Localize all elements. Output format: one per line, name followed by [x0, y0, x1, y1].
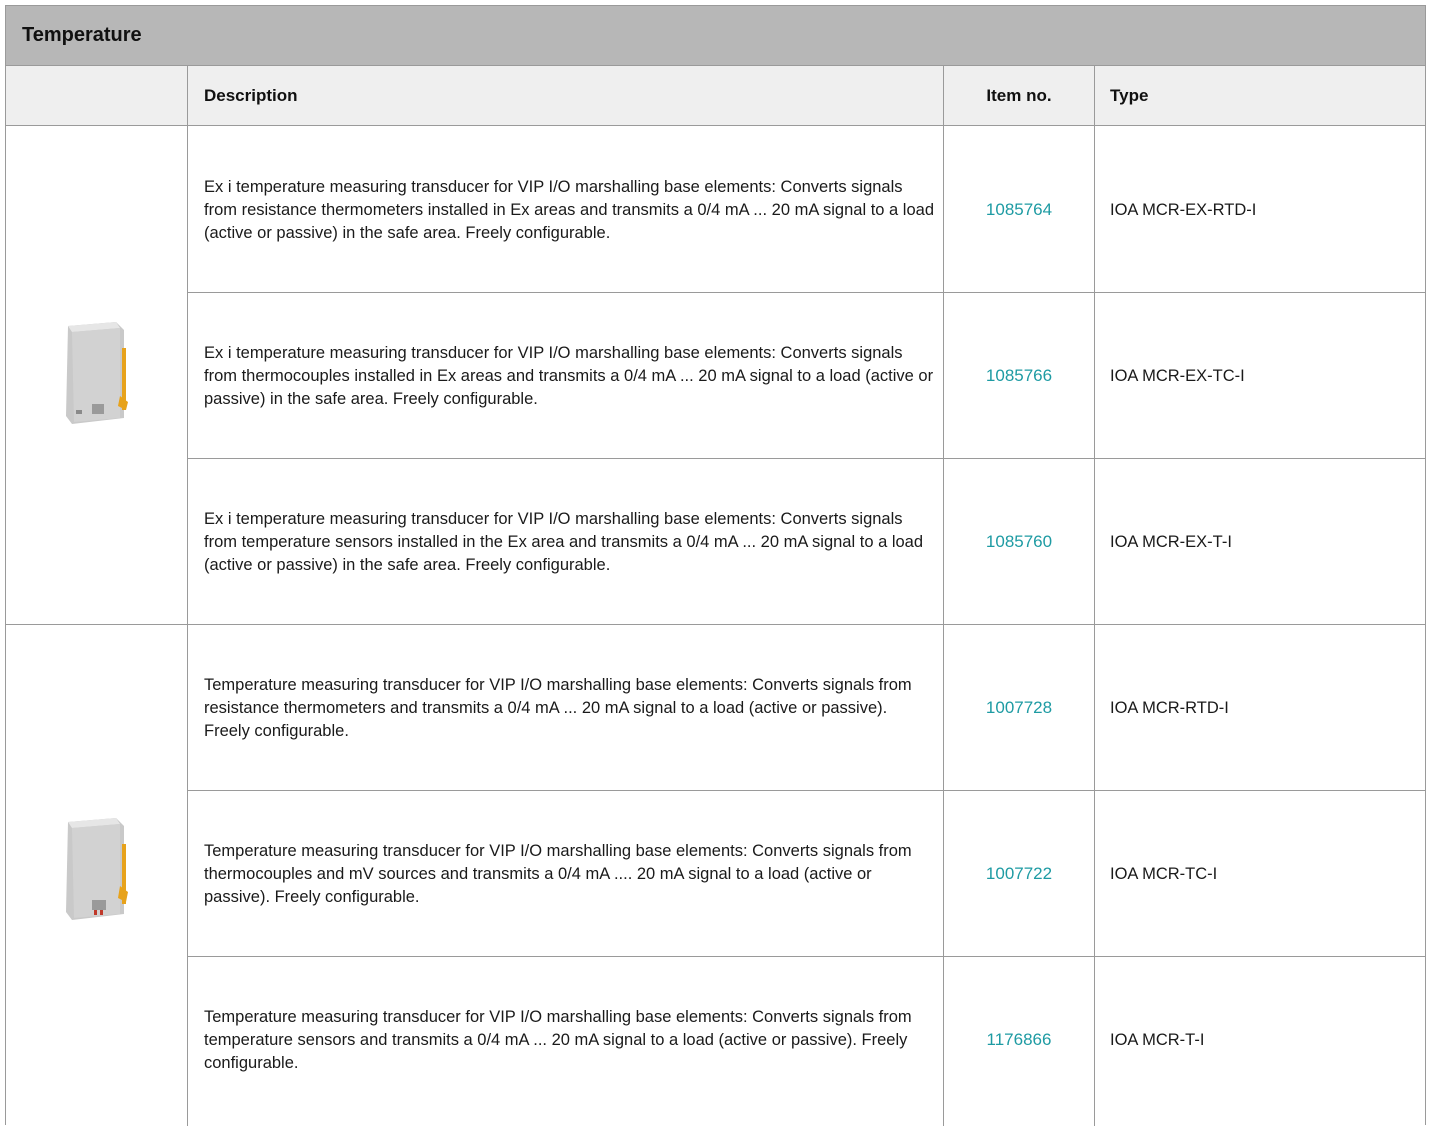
table-row: Temperature measuring transducer for VIP…	[188, 791, 1425, 957]
row-type: IOA MCR-EX-RTD-I	[1110, 200, 1257, 219]
item-number-link[interactable]: 1176866	[944, 957, 1094, 1123]
row-description: Ex i temperature measuring transducer fo…	[204, 509, 924, 574]
row-description: Ex i temperature measuring transducer fo…	[204, 343, 934, 408]
product-table: Temperature Description Item no. Type Ex	[5, 5, 1426, 1126]
table-row: Ex i temperature measuring transducer fo…	[188, 127, 1425, 293]
table-row: Temperature measuring transducer for VIP…	[188, 625, 1425, 791]
row-type: IOA MCR-EX-TC-I	[1110, 366, 1245, 385]
row-description: Ex i temperature measuring transducer fo…	[204, 177, 935, 242]
table-row: Temperature measuring transducer for VIP…	[188, 957, 1425, 1123]
row-description: Temperature measuring transducer for VIP…	[204, 1007, 912, 1072]
item-number-link[interactable]: 1085764	[944, 127, 1094, 293]
item-number-link[interactable]: 1085766	[944, 293, 1094, 459]
product-image	[66, 818, 128, 920]
section-title-bar: Temperature	[6, 6, 1425, 66]
row-type: IOA MCR-TC-I	[1110, 864, 1218, 883]
row-type: IOA MCR-EX-T-I	[1110, 532, 1232, 551]
table-header: Description Item no. Type	[6, 66, 1425, 126]
column-header-type: Type	[1110, 85, 1149, 105]
item-number-link[interactable]: 1007728	[944, 625, 1094, 791]
row-description: Temperature measuring transducer for VIP…	[204, 841, 912, 906]
table-row: Ex i temperature measuring transducer fo…	[188, 293, 1425, 459]
item-number-link[interactable]: 1085760	[944, 459, 1094, 625]
item-number-link[interactable]: 1007722	[944, 791, 1094, 957]
row-description: Temperature measuring transducer for VIP…	[204, 675, 912, 740]
section-title: Temperature	[22, 24, 142, 46]
row-type: IOA MCR-RTD-I	[1110, 698, 1229, 717]
product-image-ex	[66, 322, 128, 424]
table-row: Ex i temperature measuring transducer fo…	[188, 459, 1425, 625]
column-header-item-no: Item no.	[986, 85, 1052, 105]
row-type: IOA MCR-T-I	[1110, 1030, 1205, 1049]
column-header-description: Description	[204, 85, 298, 105]
